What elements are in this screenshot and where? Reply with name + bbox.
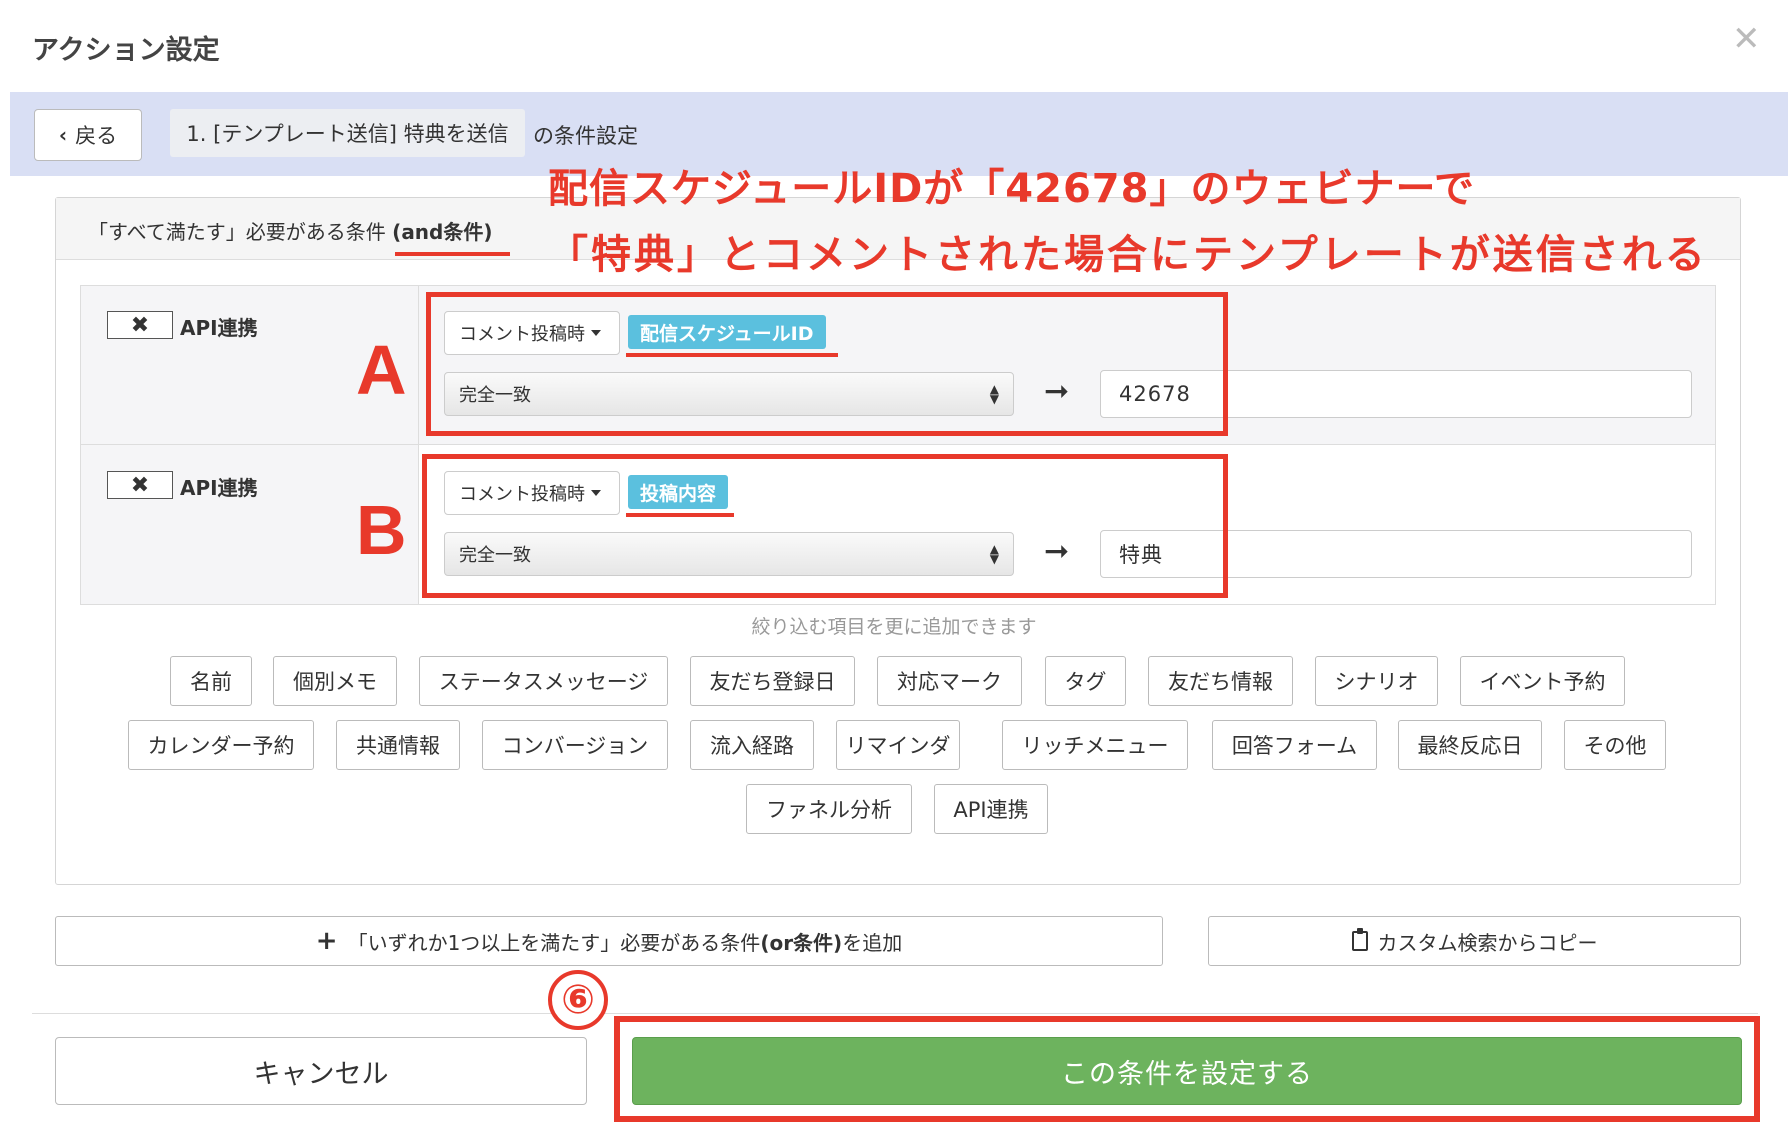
condition-name: API連携 bbox=[180, 316, 258, 340]
and-condition-label: 「すべて満たす」必要がある条件 (and条件) bbox=[88, 216, 493, 245]
plus-icon: + bbox=[315, 926, 338, 956]
filter-chip[interactable]: リッチメニュー bbox=[1002, 720, 1188, 770]
remove-condition-button[interactable]: ✖ bbox=[107, 311, 173, 339]
annotation-box-b bbox=[422, 454, 1228, 598]
footer-divider bbox=[32, 1013, 1758, 1014]
and-label-bold: (and条件) bbox=[392, 220, 493, 244]
annotation-label-b: B bbox=[356, 491, 407, 569]
annotation-line1: 配信スケジュールIDが「42678」のウェビナーで bbox=[548, 166, 1476, 212]
filter-chip[interactable]: 回答フォーム bbox=[1212, 720, 1377, 770]
filter-chip[interactable]: イベント予約 bbox=[1460, 656, 1625, 706]
copy-label: カスタム検索からコピー bbox=[1377, 930, 1598, 955]
filter-chip[interactable]: コンバージョン bbox=[482, 720, 668, 770]
add-or-condition-button[interactable]: + 「いずれか1つ以上を満たす」必要がある条件(or条件)を追加 bbox=[55, 916, 1163, 966]
filter-chip[interactable]: その他 bbox=[1564, 720, 1666, 770]
filter-chip[interactable]: API連携 bbox=[934, 784, 1048, 834]
filter-chip[interactable]: 名前 bbox=[170, 656, 252, 706]
breadcrumb-current: 1. [テンプレート送信] 特典を送信 bbox=[170, 109, 525, 157]
filter-chip[interactable]: シナリオ bbox=[1315, 656, 1438, 706]
modal-title: アクション設定 bbox=[32, 35, 220, 66]
add-or-condition-label: 「いずれか1つ以上を満たす」必要がある条件(or条件)を追加 bbox=[348, 927, 903, 956]
copy-from-custom-search-button[interactable]: カスタム検索からコピー bbox=[1208, 916, 1741, 966]
filter-chip[interactable]: 友だち情報 bbox=[1148, 656, 1293, 706]
filter-chip[interactable]: タグ bbox=[1045, 656, 1126, 706]
filter-chip[interactable]: ステータスメッセージ bbox=[419, 656, 668, 706]
annotation-label-a: A bbox=[356, 331, 407, 409]
filter-chip[interactable]: 共通情報 bbox=[336, 720, 460, 770]
filter-chip[interactable]: 個別メモ bbox=[273, 656, 397, 706]
remove-condition-button[interactable]: ✖ bbox=[107, 471, 173, 499]
row-divider bbox=[80, 444, 1716, 445]
filter-chip[interactable]: 対応マーク bbox=[877, 656, 1022, 706]
annotation-box-confirm bbox=[614, 1016, 1760, 1122]
filter-chip[interactable]: 最終反応日 bbox=[1398, 720, 1542, 770]
annotation-line2: 「特典」とコメントされた場合にテンプレートが送信される bbox=[548, 232, 1708, 278]
filter-chip[interactable]: 友だち登録日 bbox=[690, 656, 855, 706]
back-button-label: 戻る bbox=[75, 124, 118, 148]
add-or-bold: (or条件) bbox=[760, 930, 843, 955]
annotation-box-a bbox=[426, 292, 1228, 436]
add-or-prefix: 「いずれか1つ以上を満たす」必要がある条件 bbox=[347, 930, 761, 955]
breadcrumb-suffix: の条件設定 bbox=[533, 124, 638, 148]
clipboard-icon bbox=[1351, 928, 1368, 951]
add-filter-hint: 絞り込む項目を更に追加できます bbox=[751, 616, 1037, 638]
close-icon[interactable]: ✕ bbox=[1732, 22, 1761, 56]
filter-chip[interactable]: リマインダ bbox=[836, 720, 960, 770]
cancel-button[interactable]: キャンセル bbox=[55, 1037, 587, 1105]
column-divider bbox=[418, 285, 419, 605]
filter-chip[interactable]: カレンダー予約 bbox=[128, 720, 314, 770]
condition-name: API連携 bbox=[180, 476, 258, 500]
back-button[interactable]: ‹ 戻る bbox=[34, 109, 142, 161]
filter-chip[interactable]: 流入経路 bbox=[690, 720, 814, 770]
filter-chip[interactable]: ファネル分析 bbox=[746, 784, 912, 834]
and-label-text: 「すべて満たす」必要がある条件 bbox=[88, 220, 393, 244]
annotation-step-badge: ⑥ bbox=[548, 970, 608, 1030]
annotation-underline bbox=[395, 252, 510, 256]
add-or-suffix: を追加 bbox=[842, 930, 903, 955]
close-icon: ✖ bbox=[130, 312, 150, 338]
chevron-left-icon: ‹ bbox=[58, 123, 68, 147]
close-icon: ✖ bbox=[130, 472, 150, 498]
